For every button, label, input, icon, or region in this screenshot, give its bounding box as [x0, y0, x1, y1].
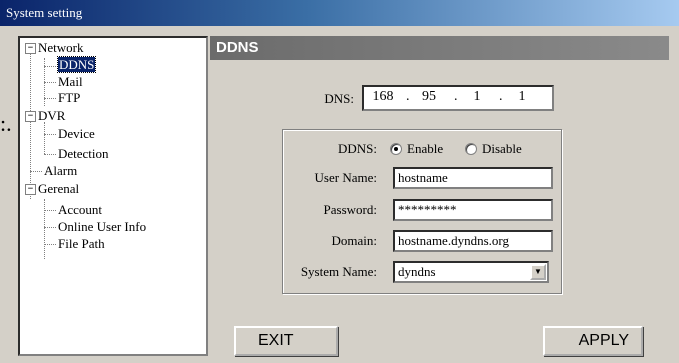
username-label: User Name: [314, 170, 377, 185]
ddns-settings-group: DDNS: Enable Disable User Name: hostname… [282, 129, 562, 294]
system-name-select[interactable]: dyndns ▼ [393, 261, 549, 283]
tree-line [44, 227, 56, 228]
ddns-enable-radio[interactable] [390, 143, 402, 155]
username-input[interactable]: hostname [393, 167, 553, 189]
tree-item-ftp[interactable]: FTP [58, 91, 80, 105]
tree-item-online-user-info[interactable]: Online User Info [58, 220, 146, 234]
apply-button[interactable]: APPLY [543, 326, 643, 356]
radio-selected-dot [394, 147, 398, 151]
tree-item-network[interactable]: Network [38, 41, 84, 55]
ddns-disable-radio[interactable] [465, 143, 477, 155]
domain-input[interactable]: hostname.dyndns.org [393, 230, 553, 252]
ddns-enable-label[interactable]: Enable [407, 141, 443, 157]
window-title: System setting [0, 0, 679, 26]
ip-separator: . [406, 89, 410, 104]
password-label: Password: [323, 202, 377, 217]
dns-label: DNS: [324, 91, 354, 106]
tree-item-file-path[interactable]: File Path [58, 237, 105, 251]
collapse-general-icon[interactable]: − [25, 184, 36, 195]
tree-line [44, 122, 45, 154]
dns-ip-octet-2[interactable]: 95 [414, 89, 444, 105]
ip-separator: . [499, 89, 503, 104]
panel-header: DDNS [210, 36, 669, 60]
tree-item-detection[interactable]: Detection [58, 147, 109, 161]
stray-mark: :. [0, 111, 12, 136]
tree-item-dvr[interactable]: DVR [38, 109, 65, 123]
dns-ip-input[interactable]: 168 . 95 . 1 . 1 [362, 85, 554, 111]
ddns-panel: DDNS DNS: 168 . 95 . 1 . 1 DDNS: Enable … [210, 36, 670, 356]
dns-ip-octet-4[interactable]: 1 [507, 89, 537, 105]
settings-tree: − Network DDNS Mail FTP − DVR Device Det… [18, 36, 208, 356]
tree-line [44, 66, 56, 67]
tree-line [44, 82, 56, 83]
tree-line [44, 154, 56, 155]
tree-line [30, 171, 42, 172]
ddns-disable-label[interactable]: Disable [482, 141, 522, 157]
system-setting-window: System setting :. − Network DDNS Mail FT… [0, 0, 679, 363]
collapse-network-icon[interactable]: − [25, 43, 36, 54]
tree-item-general[interactable]: Gerenal [38, 182, 79, 196]
domain-label: Domain: [331, 233, 378, 248]
tree-line [44, 199, 45, 259]
tree-line [44, 134, 56, 135]
tree-line [30, 54, 31, 199]
tree-item-ddns[interactable]: DDNS [56, 56, 97, 73]
exit-button[interactable]: EXIT [234, 326, 338, 356]
system-name-label: System Name: [300, 264, 377, 279]
tree-item-mail[interactable]: Mail [58, 75, 83, 89]
tree-line [44, 98, 56, 99]
chevron-down-icon[interactable]: ▼ [530, 264, 546, 280]
dns-ip-octet-1[interactable]: 168 [368, 89, 398, 105]
tree-line [44, 244, 56, 245]
tree-line [44, 210, 56, 211]
tree-item-account[interactable]: Account [58, 203, 102, 217]
system-name-value: dyndns [398, 264, 436, 279]
ip-separator: . [454, 89, 458, 104]
tree-item-device[interactable]: Device [58, 127, 95, 141]
password-input[interactable]: ********* [393, 199, 553, 221]
collapse-dvr-icon[interactable]: − [25, 111, 36, 122]
dns-ip-octet-3[interactable]: 1 [462, 89, 492, 105]
tree-item-ddns-label: DDNS [56, 56, 97, 73]
ddns-label: DDNS: [337, 141, 377, 156]
tree-item-alarm[interactable]: Alarm [44, 164, 77, 178]
